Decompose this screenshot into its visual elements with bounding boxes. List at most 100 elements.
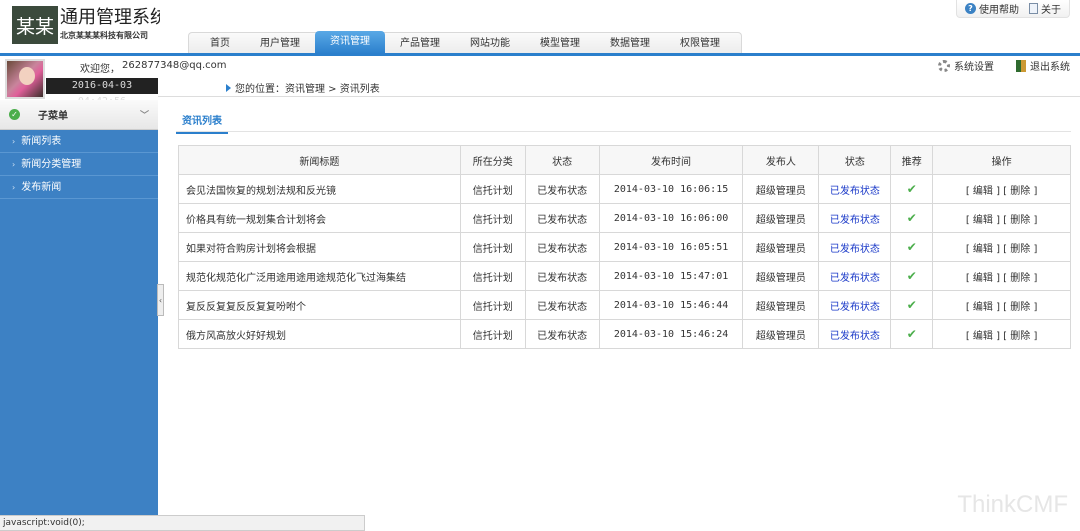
column-header: 所在分类 xyxy=(459,145,526,175)
author-cell: 超级管理员 xyxy=(742,290,820,320)
gear-icon xyxy=(938,59,950,72)
actions-cell: [ 编辑 ] [ 删除 ] xyxy=(932,261,1071,291)
publish-time-cell: 2014-03-10 16:05:51 xyxy=(598,232,744,262)
sidebar-item[interactable]: › 新闻分类管理 xyxy=(0,153,158,176)
watermark: ThinkCMF xyxy=(957,491,1068,518)
recommended-check-icon: ✔ xyxy=(906,298,917,312)
publish-time-cell: 2014-03-10 16:06:15 xyxy=(598,174,744,204)
author-cell: 超级管理员 xyxy=(742,319,820,349)
nav-tab[interactable]: 网站功能 xyxy=(455,33,525,54)
column-header: 发布时间 xyxy=(598,145,744,175)
edit-link[interactable]: 编辑 xyxy=(973,273,993,284)
datetime-display: 2016-04-03 04:42:56 xyxy=(46,78,158,107)
edit-link[interactable]: 编辑 xyxy=(973,186,993,197)
news-title-cell: 会见法国恢复的规划法规和反光镜 xyxy=(178,174,461,204)
news-title-cell: 复反反复复反反复复吩咐个 xyxy=(178,290,461,320)
table-row: 规范化规范化广泛用途用途用途规范化飞过海集结 信托计划 已发布状态 2014-03-1… xyxy=(178,261,1071,291)
actions-cell: [ 编辑 ] [ 删除 ] xyxy=(932,232,1071,262)
chevron-right-icon: › xyxy=(12,182,16,192)
publish-state-link[interactable]: 已发布状态 xyxy=(830,331,880,342)
author-cell: 超级管理员 xyxy=(742,203,820,233)
author-cell: 超级管理员 xyxy=(742,261,820,291)
table-row: 复反反复复反反复复吩咐个 信托计划 已发布状态 2014-03-10 15:46:44… xyxy=(178,290,1071,320)
delete-link[interactable]: 删除 xyxy=(1010,302,1030,313)
table-header-row: 新闻标题 所在分类 状态 发布时间 发布人 状态 推荐 操作 xyxy=(178,145,1071,175)
delete-link[interactable]: 删除 xyxy=(1010,244,1030,255)
top-links: ? 使用帮助 关于 xyxy=(956,0,1070,18)
logout-link[interactable]: 退出系统 xyxy=(1016,58,1070,73)
category-cell: 信托计划 xyxy=(459,261,526,291)
publish-state-link[interactable]: 已发布状态 xyxy=(830,215,880,226)
delete-link[interactable]: 删除 xyxy=(1010,273,1030,284)
recommended-check-icon: ✔ xyxy=(906,240,917,254)
nav-tab[interactable]: 用户管理 xyxy=(245,33,315,54)
nav-tab[interactable]: 产品管理 xyxy=(385,33,455,54)
tab-underline xyxy=(176,131,1071,132)
publish-time-cell: 2014-03-10 15:46:44 xyxy=(598,290,744,320)
author-cell: 超级管理员 xyxy=(742,232,820,262)
publish-state-link[interactable]: 已发布状态 xyxy=(830,273,880,284)
publish-state-link[interactable]: 已发布状态 xyxy=(830,302,880,313)
category-cell: 信托计划 xyxy=(459,319,526,349)
user-bar: 欢迎您， 262877348@qq.com 2016-04-03 04:42:5… xyxy=(0,56,1080,107)
publish-state-link[interactable]: 已发布状态 xyxy=(830,244,880,255)
about-link[interactable]: 关于 xyxy=(1029,1,1061,16)
edit-link[interactable]: 编辑 xyxy=(973,331,993,342)
delete-link[interactable]: 删除 xyxy=(1010,215,1030,226)
table-row: 如果对符合购房计划将会根据 信托计划 已发布状态 2014-03-10 16:05:5… xyxy=(178,232,1071,262)
status-cell: 已发布状态 xyxy=(524,319,600,349)
system-settings-link[interactable]: 系统设置 xyxy=(938,58,994,73)
actions-cell: [ 编辑 ] [ 删除 ] xyxy=(932,174,1071,204)
actions-cell: [ 编辑 ] [ 删除 ] xyxy=(932,290,1071,320)
author-cell: 超级管理员 xyxy=(742,174,820,204)
chevron-down-icon: ﹀ xyxy=(139,111,149,121)
nav-tab[interactable]: 资讯管理 xyxy=(315,31,385,54)
help-icon: ? xyxy=(965,3,976,14)
chevron-right-icon: › xyxy=(12,159,16,169)
publish-time-cell: 2014-03-10 15:47:01 xyxy=(598,261,744,291)
main-nav: 首页 用户管理 资讯管理 产品管理 网站功能 模型管理 数据管理 权限管理 xyxy=(188,31,742,54)
sidebar-item[interactable]: › 新闻列表 xyxy=(0,130,158,153)
nav-tab[interactable]: 模型管理 xyxy=(525,33,595,54)
actions-cell: [ 编辑 ] [ 删除 ] xyxy=(932,319,1071,349)
column-header: 操作 xyxy=(932,145,1071,175)
category-cell: 信托计划 xyxy=(459,232,526,262)
edit-link[interactable]: 编辑 xyxy=(973,215,993,226)
edit-link[interactable]: 编辑 xyxy=(973,302,993,313)
table-row: 俄方风高放火好好规划 信托计划 已发布状态 2014-03-10 15:46:24 超级… xyxy=(178,319,1071,349)
column-header: 推荐 xyxy=(890,145,934,175)
column-header: 发布人 xyxy=(742,145,820,175)
welcome-text: 欢迎您， 262877348@qq.com xyxy=(80,60,227,75)
nav-tab[interactable]: 首页 xyxy=(195,33,245,54)
news-title-cell: 俄方风高放火好好规划 xyxy=(178,319,461,349)
status-cell: 已发布状态 xyxy=(524,232,600,262)
breadcrumb: 您的位置：资讯管理 > 资讯列表 xyxy=(226,80,380,95)
publish-state-link[interactable]: 已发布状态 xyxy=(830,186,880,197)
exit-icon xyxy=(1016,59,1026,72)
edit-link[interactable]: 编辑 xyxy=(973,244,993,255)
delete-link[interactable]: 删除 xyxy=(1010,186,1030,197)
breadcrumb-text: 您的位置：资讯管理 > 资讯列表 xyxy=(235,84,380,95)
column-header: 状态 xyxy=(524,145,600,175)
submenu-header[interactable]: ✓ 子菜单 ﹀ xyxy=(0,100,158,130)
logo-subtitle: 北京某某某科技有限公司 xyxy=(60,31,148,40)
divider xyxy=(158,96,1080,97)
avatar[interactable] xyxy=(5,59,45,99)
column-header: 新闻标题 xyxy=(178,145,461,175)
category-cell: 信托计划 xyxy=(459,174,526,204)
logo-badge: 某某 xyxy=(12,6,58,44)
nav-tab[interactable]: 权限管理 xyxy=(665,33,735,54)
sidebar-item[interactable]: › 发布新闻 xyxy=(0,176,158,199)
main-content: 资讯列表 新闻标题 所在分类 状态 发布时间 发布人 状态 推荐 操作 会见法国恢复的规划法规… xyxy=(158,100,1080,531)
app-header: 某某 通用管理系统 北京某某某科技有限公司 ? 使用帮助 关于 首页 用户管理 资讯… xyxy=(0,0,1080,56)
nav-tab[interactable]: 数据管理 xyxy=(595,33,665,54)
publish-time-cell: 2014-03-10 15:46:24 xyxy=(598,319,744,349)
recommended-check-icon: ✔ xyxy=(906,211,917,225)
chevron-right-icon: › xyxy=(12,136,16,146)
sidebar: ✓ 子菜单 ﹀ › 新闻列表 › 新闻分类管理 › 发布新闻 xyxy=(0,100,158,515)
status-cell: 已发布状态 xyxy=(524,261,600,291)
help-link[interactable]: ? 使用帮助 xyxy=(965,1,1019,16)
delete-link[interactable]: 删除 xyxy=(1010,331,1030,342)
news-title-cell: 价格具有统一规划集合计划将会 xyxy=(178,203,461,233)
category-cell: 信托计划 xyxy=(459,290,526,320)
